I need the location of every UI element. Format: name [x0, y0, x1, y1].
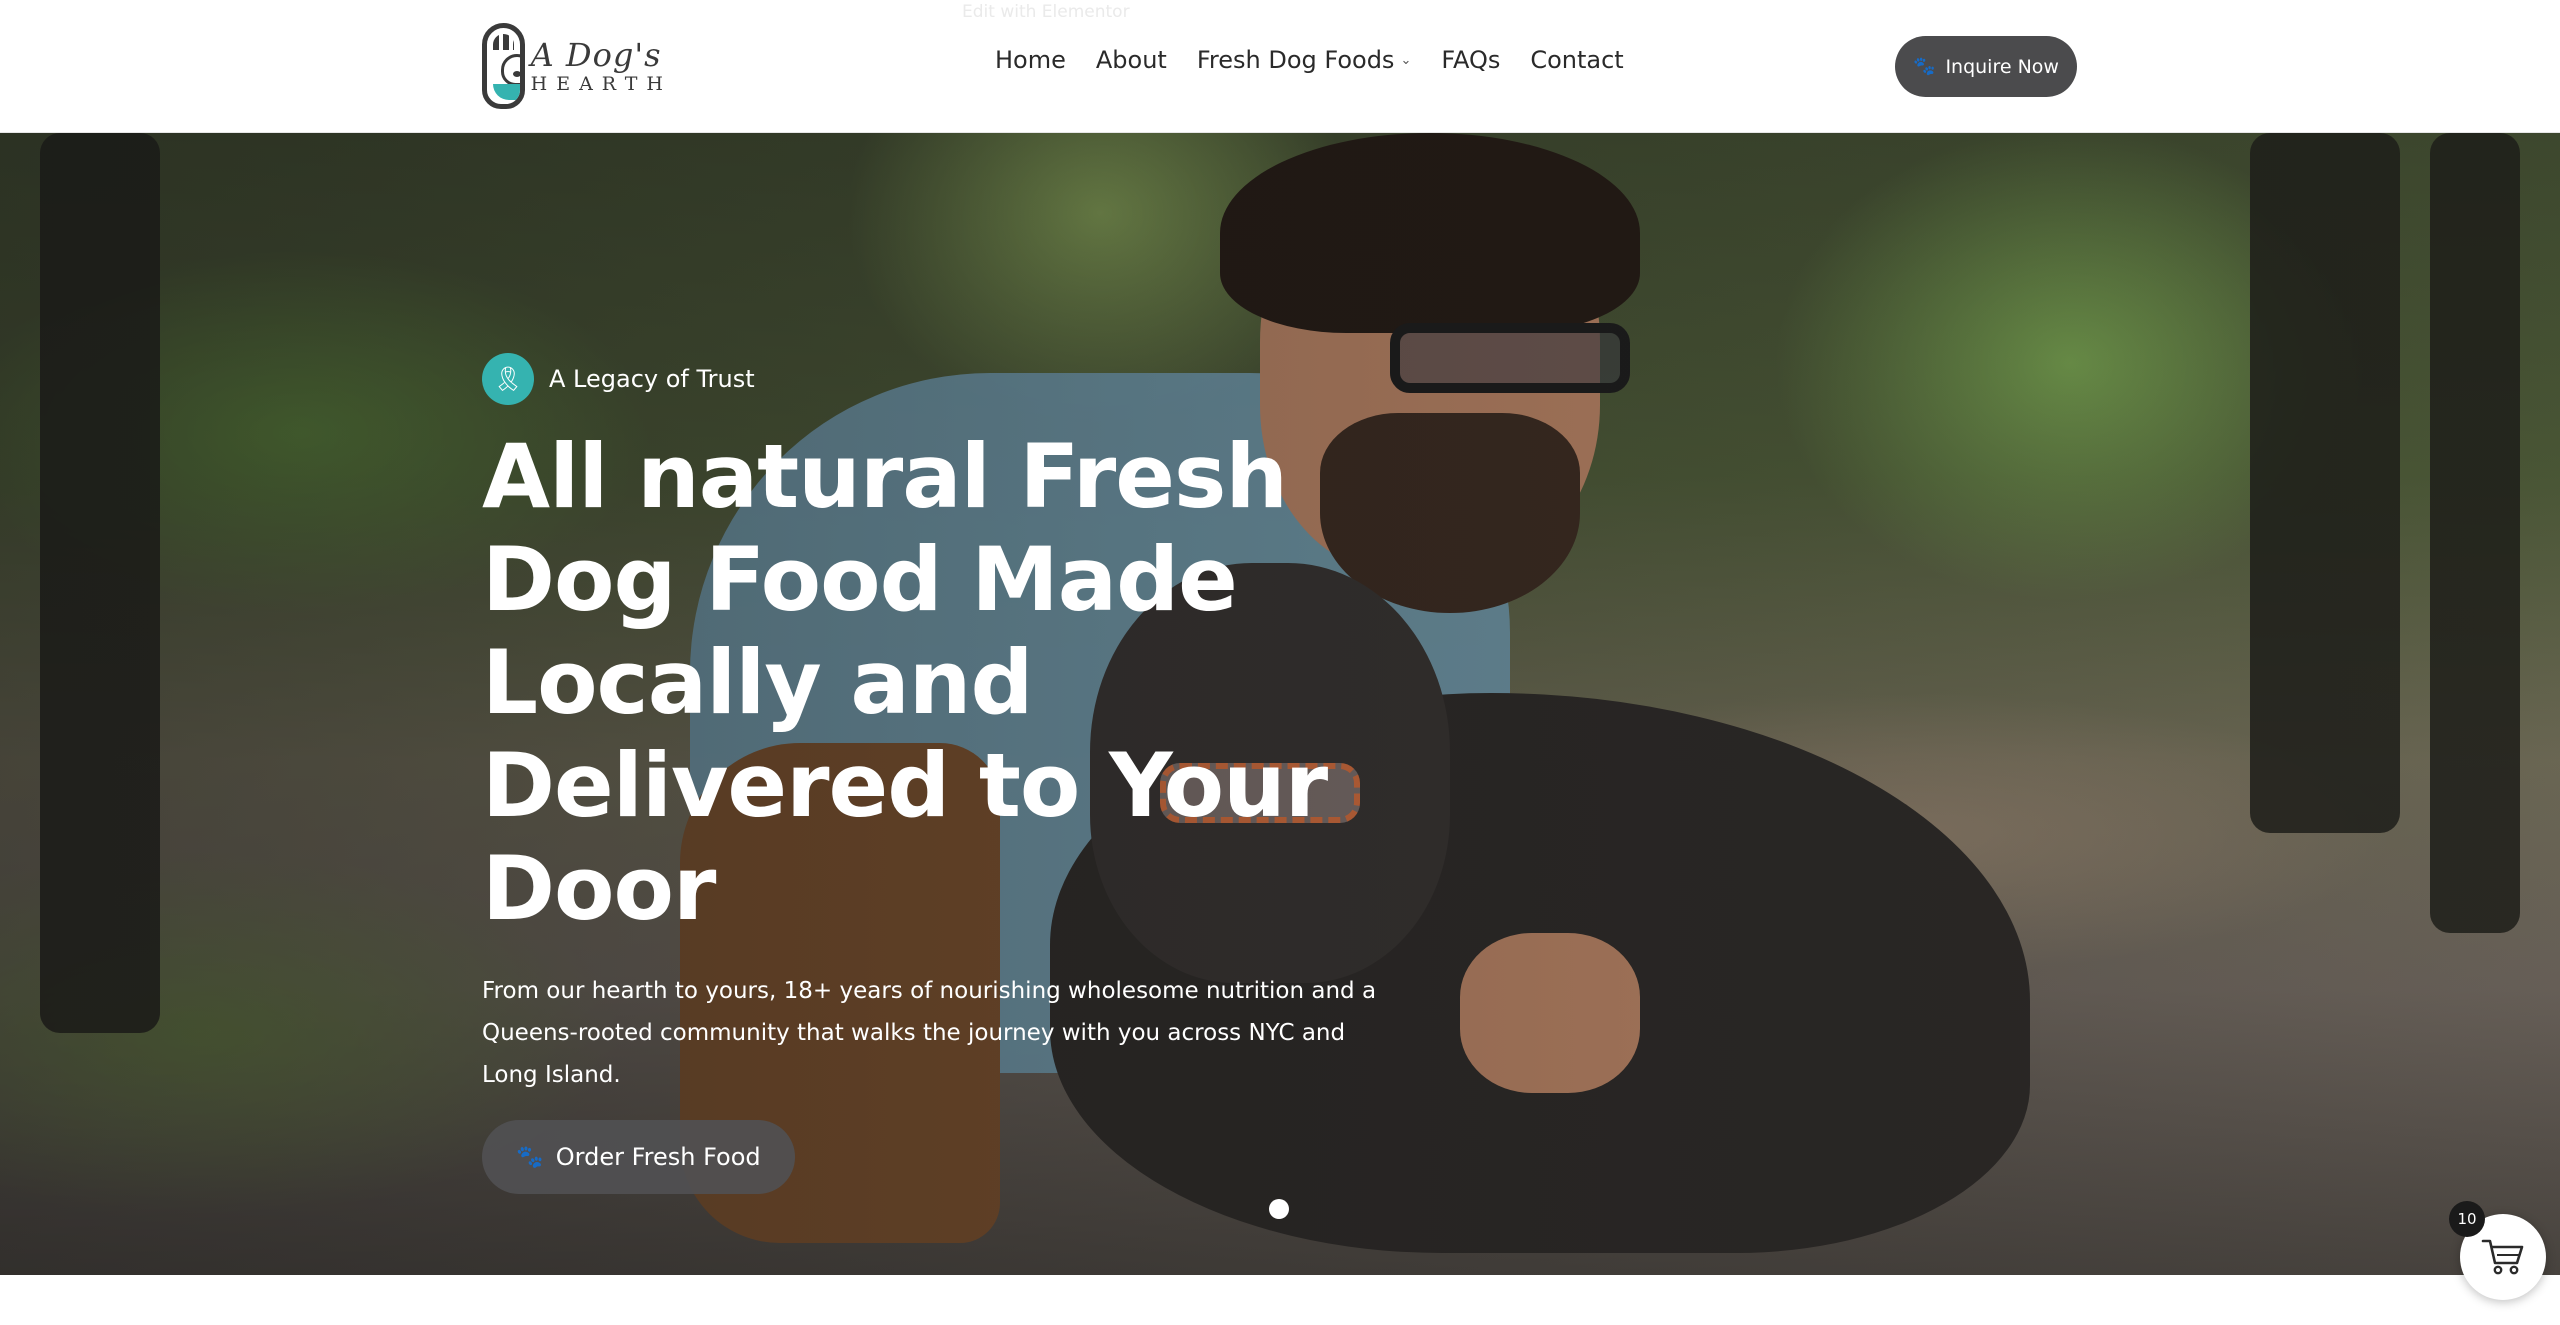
site-header: Edit with Elementor A Dog's HEARTH Home … [0, 0, 2560, 133]
nav-contact-label: Contact [1530, 46, 1624, 74]
dog-face-icon [501, 54, 520, 86]
eyebrow-label: A Legacy of Trust [549, 365, 755, 393]
elementor-edit-link[interactable]: Edit with Elementor [962, 2, 1130, 22]
site-logo[interactable]: A Dog's HEARTH [482, 22, 672, 110]
cart-count-badge: 10 [2449, 1201, 2485, 1237]
order-fresh-food-label: Order Fresh Food [555, 1143, 761, 1171]
next-section [0, 1275, 2560, 1325]
chevron-down-icon: ⌄ [1400, 52, 1412, 68]
bowl-icon [493, 84, 520, 100]
nav-contact[interactable]: Contact [1530, 46, 1623, 74]
nav-fresh-dog-foods-label: Fresh Dog Foods [1196, 46, 1395, 74]
shopping-cart-icon [2481, 1239, 2524, 1275]
hero-subtext: From our hearth to yours, 18+ years of n… [482, 978, 1377, 1088]
hero-headline: All natural Fresh Dog Food Made Locally … [482, 425, 1328, 940]
logo-top-text: A Dog's [530, 35, 662, 74]
slider-pagination-dot[interactable] [1269, 1199, 1289, 1219]
logo-bottom-text: HEARTH [530, 72, 672, 95]
order-fresh-food-button[interactable]: 🐾 Order Fresh Food [482, 1120, 795, 1194]
paw-icon: 🐾 [516, 1144, 544, 1170]
hero-section: 🎗 A Legacy of Trust All natural Fresh Do… [0, 133, 2560, 1275]
nav-about[interactable]: About [1096, 46, 1167, 74]
logo-badge-icon [482, 23, 525, 109]
nav-fresh-dog-foods[interactable]: Fresh Dog Foods ⌄ [1197, 46, 1412, 74]
inquire-now-button[interactable]: 🐾 Inquire Now [1895, 36, 2077, 97]
main-nav: Home About Fresh Dog Foods ⌄ FAQs Contact [995, 46, 1624, 74]
nav-faqs[interactable]: FAQs [1441, 46, 1500, 74]
inquire-now-label: Inquire Now [1945, 55, 2059, 78]
nav-home-label: Home [995, 46, 1066, 74]
logo-wordmark: A Dog's HEARTH [531, 39, 672, 94]
nav-faqs-label: FAQs [1441, 46, 1501, 74]
paw-icon: 🐾 [1913, 56, 1936, 77]
hero-eyebrow: 🎗 A Legacy of Trust [482, 353, 1422, 405]
award-ribbon-icon: 🎗 [482, 353, 534, 405]
nav-about-label: About [1095, 46, 1167, 74]
nav-home[interactable]: Home [995, 46, 1066, 74]
hero-content: 🎗 A Legacy of Trust All natural Fresh Do… [482, 353, 1422, 1194]
